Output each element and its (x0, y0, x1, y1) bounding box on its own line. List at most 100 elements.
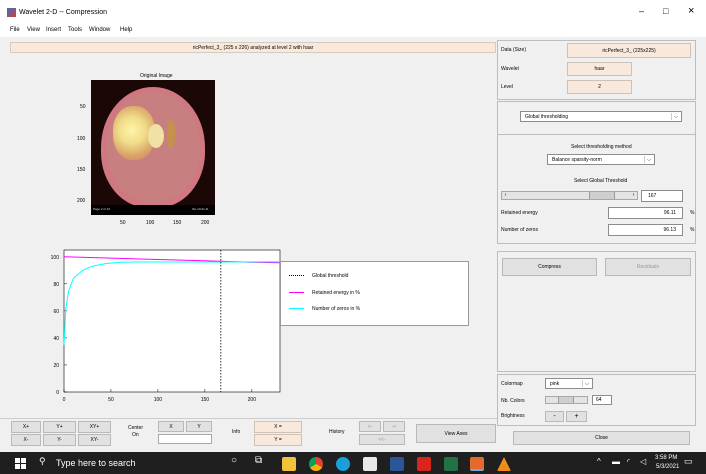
level-label: Level (501, 84, 513, 90)
level-value: 2 (567, 80, 632, 94)
slider-right-arrow[interactable]: › (630, 192, 637, 199)
colormap-select[interactable]: pink ⌵ (545, 378, 593, 389)
y-tick-label: 0 (56, 390, 59, 396)
img-ytick-50: 50 (80, 104, 86, 110)
x-tick-label: 50 (108, 397, 114, 403)
residuals-button[interactable]: Residuals (605, 258, 691, 276)
menu-bar: File View Insert Tools Window Help (0, 24, 706, 37)
notification-icon[interactable]: ▭ (684, 456, 693, 467)
x-tick-label: 100 (154, 397, 163, 403)
nb-colors-input[interactable]: 64 (592, 395, 612, 405)
chevron-down-icon: ⌵ (644, 156, 653, 163)
battery-icon[interactable]: ▬ (612, 457, 620, 466)
center-y-button[interactable]: Y (186, 421, 212, 432)
legend-line-zeros (289, 308, 304, 309)
brightness-label: Brightness (501, 413, 525, 419)
chrome-icon[interactable] (309, 457, 323, 471)
close-window-button[interactable]: × (688, 5, 694, 17)
img-xtick-100: 100 (146, 220, 155, 226)
history-prev-button[interactable]: <- (359, 421, 381, 432)
slider-thumb[interactable] (558, 397, 574, 403)
number-zeros-value: 96.13 (608, 224, 683, 236)
method-select[interactable]: Balance sparsity-norm ⌵ (547, 154, 655, 165)
y-readout: Y = (254, 434, 302, 446)
center-on-label: On (132, 432, 139, 438)
zoom-xplus-button[interactable]: X+ (11, 421, 41, 433)
center-value-field[interactable] (158, 434, 212, 444)
wifi-icon[interactable]: ◜ (627, 457, 630, 466)
zoom-xminus-button[interactable]: X- (11, 434, 41, 446)
taskbar-date[interactable]: 5/3/2021 (656, 464, 679, 470)
threshold-mode-value: Global thresholding (525, 113, 569, 120)
compress-button[interactable]: Compress (502, 258, 597, 276)
y-tick-label: 60 (53, 309, 59, 315)
close-button[interactable]: Close (513, 431, 690, 445)
img-xtick-150: 150 (173, 220, 182, 226)
chevron-down-icon: ⌵ (582, 380, 591, 387)
tray-chevron-icon[interactable]: ^ (597, 457, 601, 466)
store-icon[interactable] (363, 457, 377, 471)
menu-file[interactable]: File (10, 27, 20, 33)
nb-colors-label: Nb. Colors (501, 398, 525, 404)
slider-thumb[interactable] (589, 192, 615, 199)
zoom-yplus-button[interactable]: Y+ (43, 421, 76, 433)
x-tick-label: 200 (248, 397, 257, 403)
data-size-value: ricPerfect_3_ (225x225) (567, 43, 691, 58)
y-tick-label: 40 (53, 336, 59, 342)
y-tick-label: 80 (53, 282, 59, 288)
slider-left-arrow[interactable]: ‹ (502, 192, 509, 199)
method-value: Balance sparsity-norm (552, 156, 602, 163)
edge-icon[interactable] (336, 457, 350, 471)
excel-icon[interactable] (444, 457, 458, 471)
y-tick-label: 100 (51, 255, 60, 261)
colormap-value: pink (550, 380, 560, 387)
app-icon (7, 8, 16, 17)
task-view-icon[interactable]: ⧉ (255, 455, 262, 466)
taskbar-time[interactable]: 3:58 PM (655, 455, 677, 461)
word-icon[interactable] (390, 457, 404, 471)
nb-colors-slider[interactable] (545, 396, 588, 404)
view-axes-button[interactable]: View Axes (416, 424, 496, 443)
center-label: Center (128, 425, 144, 431)
threshold-input[interactable]: 167 (641, 190, 683, 202)
menu-insert[interactable]: Insert (46, 27, 61, 33)
history-back-button[interactable]: <<- (359, 434, 405, 445)
wavelet-label: Wavelet (501, 66, 519, 72)
img-xtick-50: 50 (120, 220, 126, 226)
menu-view[interactable]: View (27, 27, 40, 33)
center-x-button[interactable]: X (158, 421, 184, 432)
start-button[interactable] (15, 458, 26, 469)
cortana-icon[interactable]: ○ (231, 455, 237, 466)
brightness-minus-button[interactable]: - (545, 411, 564, 422)
zoom-yminus-button[interactable]: Y- (43, 434, 76, 446)
menu-tools[interactable]: Tools (68, 27, 82, 33)
menu-help[interactable]: Help (120, 27, 132, 33)
windows-logo-icon (15, 458, 20, 463)
taskbar-search[interactable]: Type here to search (56, 458, 136, 468)
history-next-button[interactable]: -> (383, 421, 405, 432)
ventricle (148, 124, 164, 148)
matlab-icon[interactable] (470, 457, 484, 471)
acrobat-icon[interactable] (417, 457, 431, 471)
x-readout: X = (254, 421, 302, 433)
threshold-mode-select[interactable]: Global thresholding ⌵ (520, 111, 682, 122)
chart-legend: Global threshold Retained energy in % Nu… (280, 261, 469, 326)
minimize-button[interactable]: – (639, 6, 644, 16)
brightness-plus-button[interactable]: + (566, 411, 587, 422)
compression-chart: 0 20 40 60 80 100 0 50 100 150 200 (51, 249, 281, 403)
maximize-button[interactable]: □ (663, 6, 668, 16)
x-tick-label: 150 (201, 397, 210, 403)
volume-icon[interactable]: ◁ (640, 457, 646, 466)
retained-energy-unit: % (690, 210, 695, 216)
y-tick-label: 20 (53, 363, 59, 369)
select-global-label: Select Global Threshold (574, 178, 628, 184)
menu-window[interactable]: Window (89, 27, 110, 33)
threshold-slider[interactable]: ‹ › (501, 191, 638, 200)
retained-energy-label: Retained energy (501, 210, 538, 216)
file-explorer-icon[interactable] (282, 457, 296, 471)
data-size-label: Data (Size) (501, 47, 527, 53)
wavelet-value: haar (567, 62, 632, 76)
zoom-xyplus-button[interactable]: XY+ (78, 421, 111, 433)
zoom-xyminus-button[interactable]: XY- (78, 434, 111, 446)
original-image: Page 2 of 10 Ibn-10-01-R (91, 80, 215, 215)
